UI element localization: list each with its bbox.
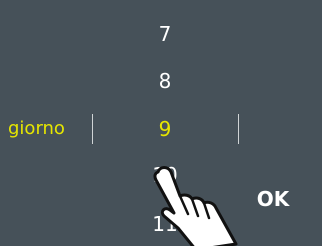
selection-divider-left xyxy=(92,114,93,144)
field-label-day: giorno xyxy=(8,118,65,139)
hand-pointer-icon xyxy=(153,166,238,246)
selection-divider-right xyxy=(238,114,239,144)
picker-screen: 7 8 9 10 11 giorno OK xyxy=(0,0,322,246)
picker-item-8[interactable]: 8 xyxy=(135,69,195,93)
picker-item-selected[interactable]: 9 xyxy=(135,117,195,141)
picker-item-7[interactable]: 7 xyxy=(135,22,195,46)
